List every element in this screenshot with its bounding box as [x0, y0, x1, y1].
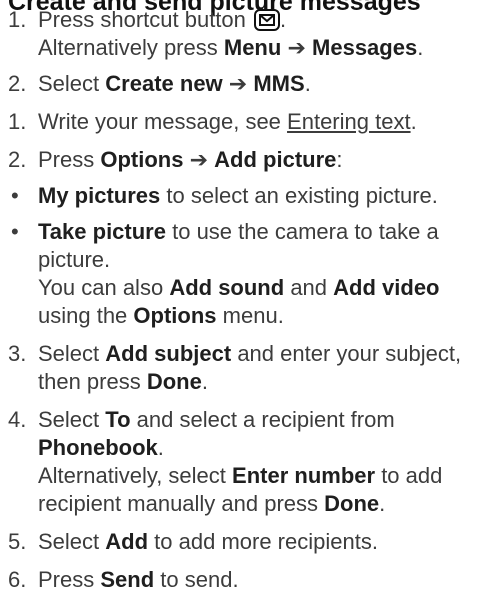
step-text: Press shortcut button [38, 7, 246, 32]
step-text: and enter your subject, then press [38, 341, 462, 394]
menu-label: Menu [223, 35, 282, 60]
step-text: Select [38, 529, 100, 554]
step-text: and select a recipient from [136, 407, 395, 432]
envelope-key-icon [254, 9, 281, 31]
punctuation: . [379, 491, 386, 516]
done-label: Done [146, 369, 202, 394]
punctuation: . [157, 435, 164, 460]
step-number: 2. [8, 71, 27, 96]
step-3: 1. Write your message, see Entering text… [0, 108, 495, 136]
entering-text-link[interactable]: Entering text [287, 109, 411, 134]
alt-text: Alternatively press [38, 35, 218, 60]
bullet-icon: • [11, 183, 19, 208]
alt-text: Alternatively, select [38, 463, 226, 488]
arrow-icon: ➔ [228, 71, 248, 96]
done-label: Done [324, 491, 380, 516]
punctuation: . [410, 109, 417, 134]
to-label: To [105, 407, 131, 432]
add-picture-label: Add picture [214, 147, 337, 172]
add-sound-label: Add sound [169, 275, 285, 300]
add-label: Add [105, 529, 149, 554]
step-text: to add more recipients. [154, 529, 378, 554]
note-text: menu. [222, 303, 284, 328]
step-4: 2. Press Options ➔ Add picture: [0, 146, 495, 174]
step-text: Select [38, 341, 100, 366]
note-text: using the [38, 303, 128, 328]
step-number: 2. [8, 147, 27, 172]
step-7: 5. Select Add to add more recipients. [0, 528, 495, 556]
step-8: 6. Press Send to send. [0, 566, 495, 592]
take-picture-label: Take picture [38, 219, 166, 244]
step-5: 3. Select Add subject and enter your sub… [0, 340, 495, 396]
note-text: and [290, 275, 328, 300]
note-text: You can also [38, 275, 164, 300]
create-new-label: Create new [105, 71, 223, 96]
step-number: 4. [8, 407, 27, 432]
punctuation: : [336, 147, 343, 172]
step-text: Press [38, 567, 95, 592]
step-text: Select [38, 407, 100, 432]
options-label: Options [133, 303, 217, 328]
document-page: Create and send picture messages 1. Pres… [0, 0, 495, 592]
step-number: 1. [8, 109, 27, 134]
phonebook-label: Phonebook [38, 435, 158, 460]
arrow-icon: ➔ [189, 147, 209, 172]
bullet-icon: • [11, 219, 19, 244]
step-text: Press [38, 147, 95, 172]
bullet-text: to select an existing picture. [166, 183, 438, 208]
bullet-item: • My pictures to select an existing pict… [0, 182, 495, 210]
step-1: 1. Press shortcut button . Alternatively… [0, 6, 495, 62]
step-text: Select [38, 71, 100, 96]
instruction-list: 1. Press shortcut button . Alternatively… [0, 6, 495, 592]
step-2: 2. Select Create new ➔ MMS. [0, 70, 495, 98]
arrow-icon: ➔ [287, 35, 306, 60]
punctuation: . [304, 71, 311, 96]
add-video-label: Add video [333, 275, 440, 300]
messages-label: Messages [312, 35, 418, 60]
step-number: 1. [8, 7, 27, 32]
enter-number-label: Enter number [232, 463, 376, 488]
step-6: 4. Select To and select a recipient from… [0, 406, 495, 518]
punctuation: . [201, 369, 208, 394]
options-label: Options [100, 147, 184, 172]
add-subject-label: Add subject [105, 341, 232, 366]
step-text: Write your message, see [38, 109, 281, 134]
send-label: Send [100, 567, 155, 592]
mms-label: MMS [253, 71, 305, 96]
step-number: 5. [8, 529, 27, 554]
punctuation: . [417, 35, 424, 60]
step-number: 6. [8, 567, 27, 592]
my-pictures-label: My pictures [38, 183, 161, 208]
step-number: 3. [8, 341, 27, 366]
step-text: to send. [160, 567, 239, 592]
punctuation: . [280, 7, 287, 32]
bullet-item: • Take picture to use the camera to take… [0, 218, 495, 330]
